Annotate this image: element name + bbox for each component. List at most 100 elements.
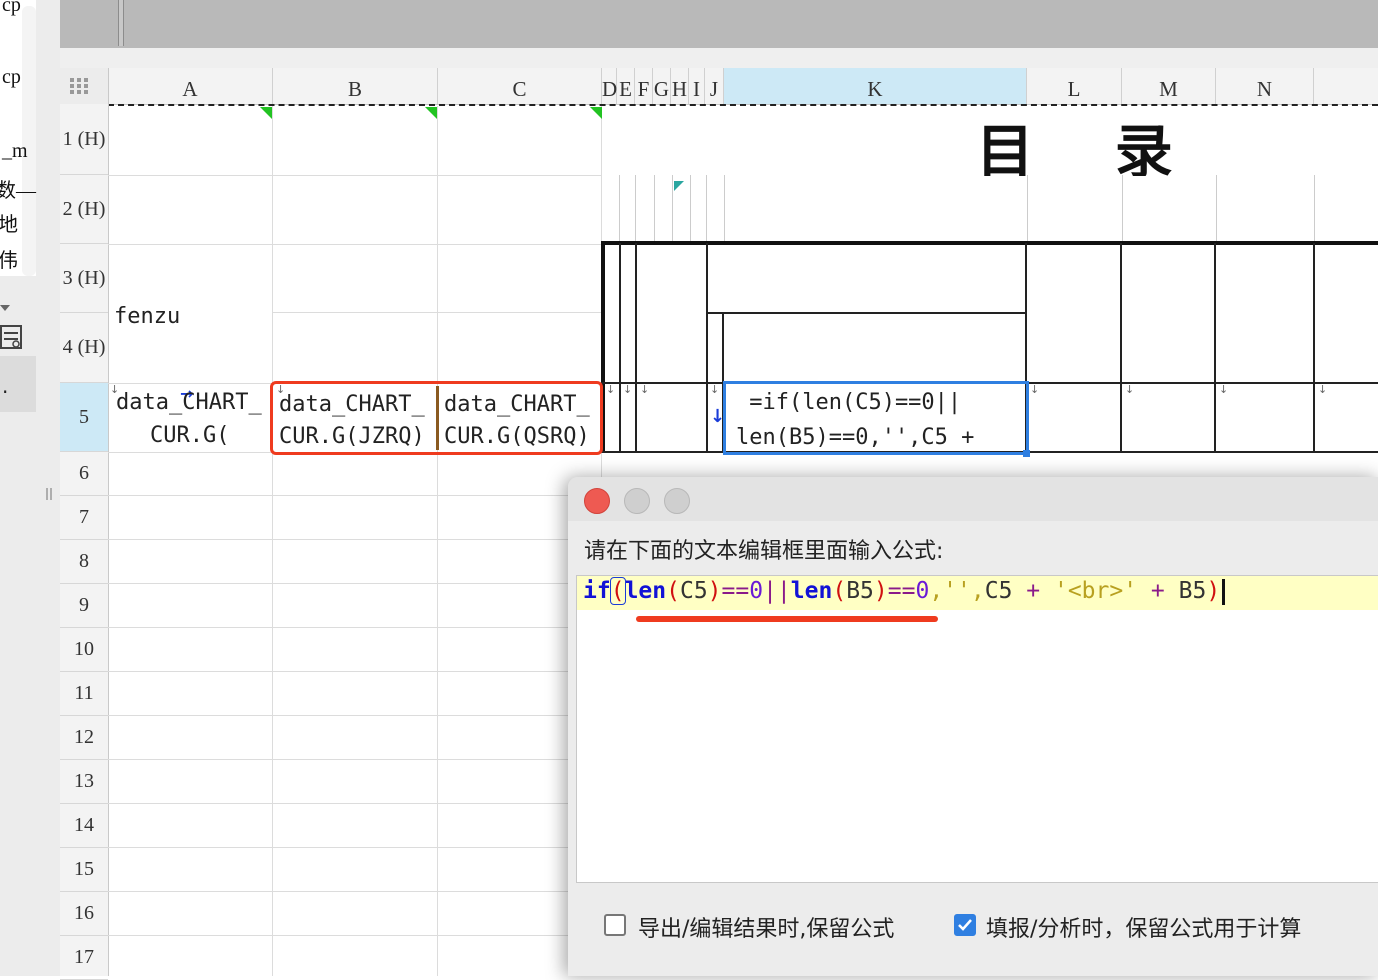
cell-c5-line2[interactable]: CUR.G(QSRQ)	[444, 424, 590, 449]
cell-marker-icon	[260, 107, 272, 119]
keep-formula-fill-checkbox[interactable]	[954, 914, 976, 936]
splitter-handle-icon[interactable]	[44, 486, 54, 500]
token: B5	[1178, 578, 1207, 604]
dialog-prompt: 请在下面的文本编辑框里面输入公式:	[584, 539, 944, 564]
list-item[interactable]: cp	[2, 66, 21, 89]
column-header-a[interactable]: A	[108, 68, 273, 104]
row-header-9[interactable]: 9	[60, 584, 108, 628]
list-item[interactable]: 数—	[0, 174, 36, 203]
cell-a4[interactable]: fenzu	[114, 304, 180, 329]
column-header-bar: A B C D E F G H I J K L M N	[60, 68, 1378, 105]
token: )	[1206, 578, 1221, 604]
cell-a5-line1[interactable]: data_CHART_	[116, 390, 262, 415]
cell-b5-line2[interactable]: CUR.G(JZRQ)	[279, 424, 425, 449]
column-header-i[interactable]: I	[689, 68, 705, 104]
row-header-15[interactable]: 15	[60, 848, 108, 892]
checkmark-icon	[958, 919, 972, 931]
cell-c5-line1[interactable]: data_CHART_	[444, 392, 590, 417]
minimize-button[interactable]	[624, 488, 650, 514]
row-header-6[interactable]: 6	[60, 452, 108, 496]
column-header-m[interactable]: M	[1122, 68, 1216, 104]
row-header-2[interactable]: 2 (H)	[60, 175, 108, 244]
formula-text[interactable]: if(len(C5)==0||len(B5)==0,'',C5 + '<br>'…	[583, 577, 1226, 605]
keep-formula-fill-label[interactable]: 填报/分析时，保留公式用于计算	[986, 911, 1301, 943]
row-header-10[interactable]: 10	[60, 628, 108, 672]
formula-dialog: 请在下面的文本编辑框里面输入公式: if(len(C5)==0||len(B5)…	[568, 477, 1378, 976]
token-matched-paren: (	[609, 577, 626, 605]
toolbar-separator	[118, 0, 124, 46]
token: 0	[749, 578, 764, 604]
dialog-titlebar[interactable]	[568, 477, 1378, 521]
keep-formula-export-label[interactable]: 导出/编辑结果时,保留公式	[638, 911, 894, 943]
column-header-g[interactable]: G	[653, 68, 671, 104]
column-header-e[interactable]: E	[617, 68, 635, 104]
cell-marker-icon	[590, 107, 602, 119]
column-header-d[interactable]: D	[602, 68, 617, 104]
expand-down-icon: ↓	[623, 383, 633, 396]
list-item[interactable]: _m	[2, 140, 28, 163]
report-list-icon[interactable]	[0, 324, 24, 352]
column-header-l[interactable]: L	[1027, 68, 1122, 104]
row-header-8[interactable]: 8	[60, 540, 108, 584]
cell-k5-line2: len(B5)==0,'',C5 +	[736, 425, 975, 450]
row-header-16[interactable]: 16	[60, 892, 108, 936]
column-header-b[interactable]: B	[273, 68, 438, 104]
token: +	[1137, 578, 1179, 604]
row-header-17[interactable]: 17	[60, 936, 108, 980]
token: ==	[887, 578, 916, 604]
row-header-1[interactable]: 1 (H)	[60, 104, 108, 175]
select-all-corner[interactable]	[60, 68, 109, 104]
token: C5	[679, 578, 708, 604]
zoom-button[interactable]	[664, 488, 690, 514]
list-item[interactable]: cp	[2, 0, 21, 17]
row-header-7[interactable]: 7	[60, 496, 108, 540]
toolbar-gap	[60, 48, 1378, 68]
column-header-f[interactable]: F	[635, 68, 653, 104]
column-header-n[interactable]: N	[1216, 68, 1314, 104]
selected-list-item[interactable]: .	[0, 356, 36, 412]
collapse-icon[interactable]	[0, 298, 10, 311]
token: len	[790, 578, 833, 604]
cell-k5-line1: =if(len(C5)==0||	[736, 390, 962, 415]
row-header-14[interactable]: 14	[60, 804, 108, 848]
column-header-c[interactable]: C	[438, 68, 602, 104]
list-item[interactable]: 地	[0, 208, 18, 237]
expand-down-icon: ↓	[1030, 383, 1040, 396]
row-header-4[interactable]: 4 (H)	[60, 313, 108, 383]
token: )	[873, 578, 888, 604]
expand-down-icon: ↓	[606, 383, 616, 396]
page-break-line	[108, 104, 1378, 106]
row-header-3[interactable]: 3 (H)	[60, 244, 108, 313]
row-header-12[interactable]: 12	[60, 716, 108, 760]
token: B5	[846, 578, 874, 604]
token: ||	[763, 578, 791, 604]
report-title: 目 录	[976, 118, 1173, 176]
column-header-h[interactable]: H	[671, 68, 689, 104]
expand-down-icon: ↓	[1318, 383, 1328, 396]
token: C5	[984, 578, 1013, 604]
column-resize-handle[interactable]	[436, 386, 439, 450]
cell-a5-line2[interactable]: CUR.G(	[150, 423, 229, 448]
token: (	[832, 578, 847, 604]
column-header-j[interactable]: J	[705, 68, 724, 104]
column-header-k[interactable]: K	[724, 68, 1027, 104]
token: ==	[721, 578, 750, 604]
keep-formula-export-checkbox[interactable]	[604, 914, 626, 936]
token: )	[707, 578, 722, 604]
left-panel: cp cp _m 数— 地 伟 .	[0, 0, 60, 976]
token: (	[666, 578, 680, 604]
close-button[interactable]	[584, 488, 610, 514]
row-header-5[interactable]: 5	[60, 383, 108, 452]
token: 0	[915, 578, 930, 604]
token: if	[583, 578, 611, 604]
cell-b5-line1[interactable]: data_CHART_	[279, 392, 425, 417]
cell-marker-icon	[674, 176, 684, 191]
fill-handle[interactable]	[1023, 450, 1030, 457]
cell-marker-icon	[425, 107, 437, 119]
row-header-11[interactable]: 11	[60, 672, 108, 716]
list-item[interactable]: 伟	[0, 244, 18, 273]
token: '<br>'	[1053, 578, 1138, 604]
row-header-13[interactable]: 13	[60, 760, 108, 804]
token: ,'',	[929, 578, 985, 604]
expand-down-icon: ↓	[710, 383, 720, 396]
